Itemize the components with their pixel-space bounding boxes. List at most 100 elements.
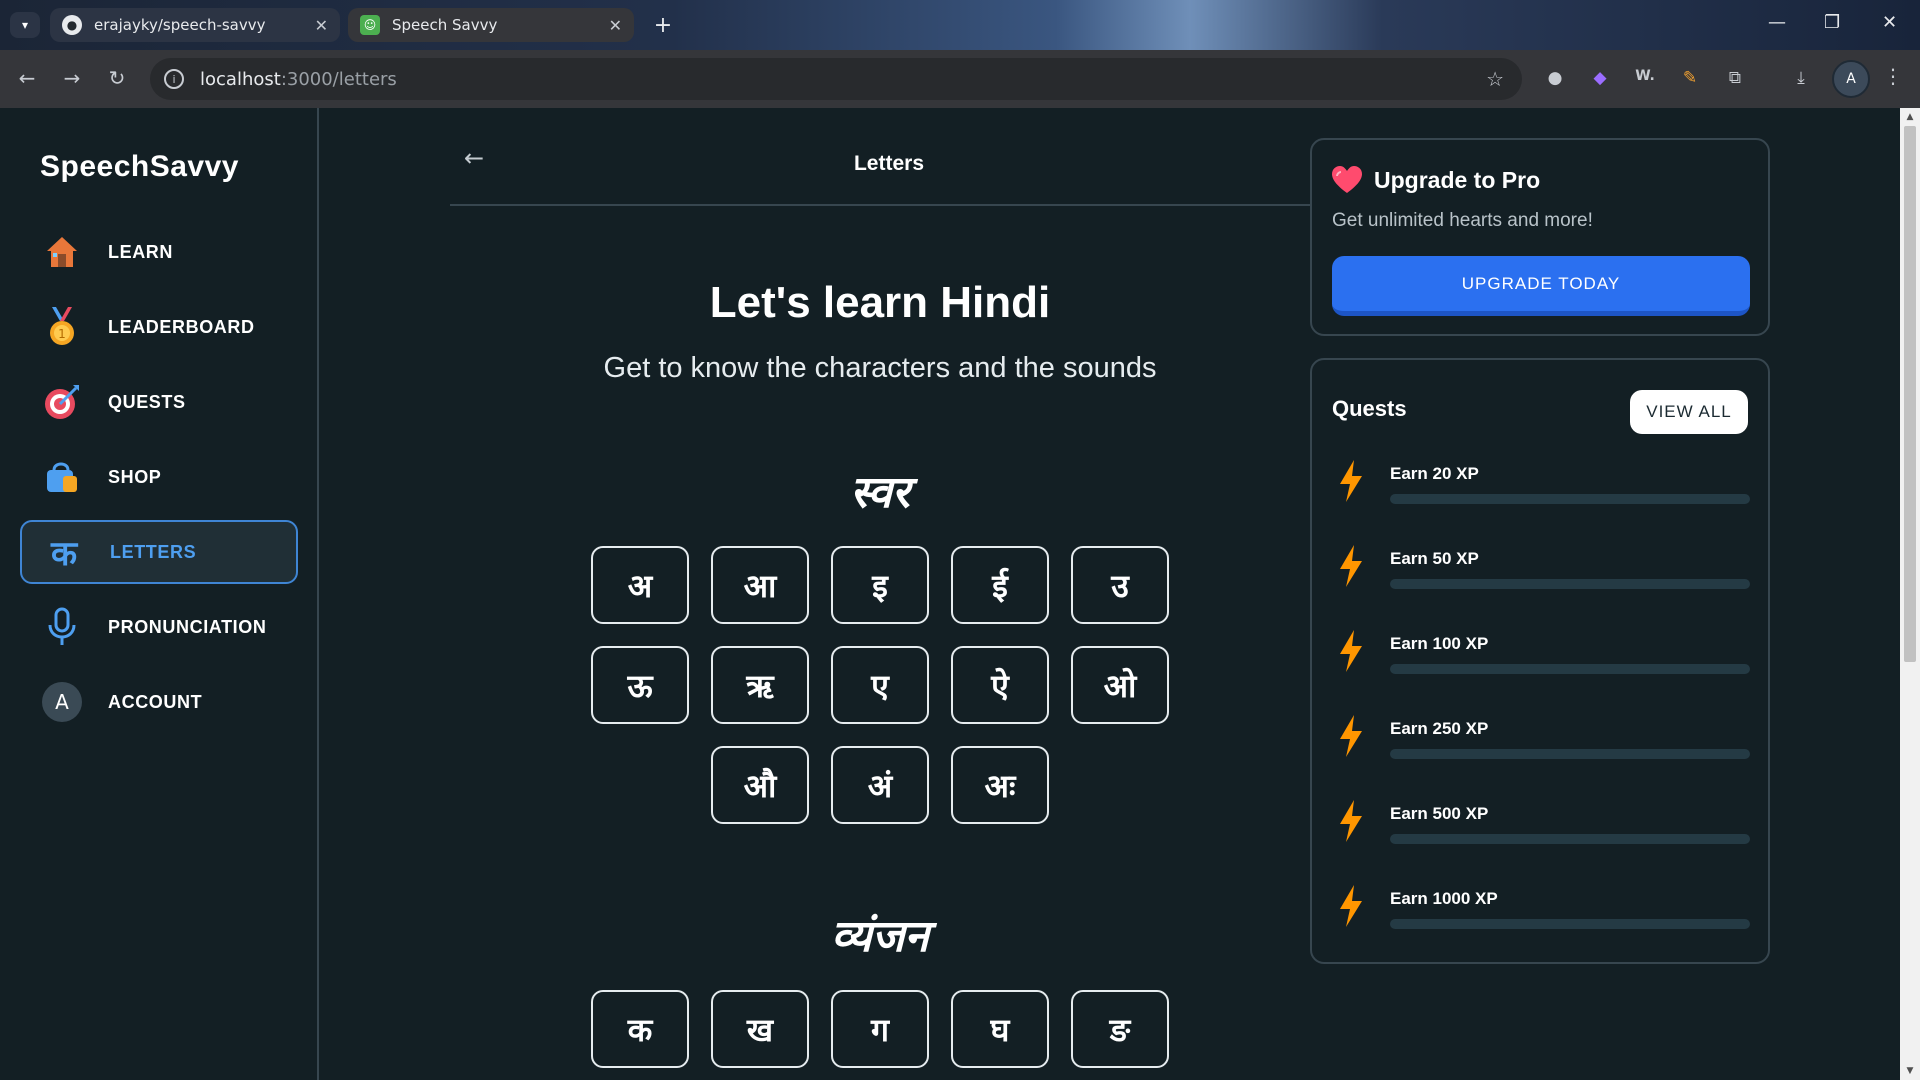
quest-label: Earn 250 XP	[1390, 719, 1489, 738]
avatar-icon: A	[42, 682, 82, 722]
ka-letter-icon: क	[50, 534, 78, 574]
reload-icon[interactable]: ↻	[104, 66, 130, 90]
letter-button[interactable]: अं	[831, 746, 929, 824]
restore-icon[interactable]: ❐	[1824, 12, 1840, 33]
close-icon[interactable]: ✕	[315, 16, 328, 35]
extension-drop-icon[interactable]: ◆	[1587, 68, 1613, 88]
quest-item: Earn 500 XP	[1332, 796, 1750, 856]
page: SpeechSavvy LEARN 1 LEADERBOARD QUESTS S…	[0, 108, 1920, 1080]
sidebar-item-label: QUESTS	[108, 391, 186, 412]
quests-card: Quests VIEW ALL Earn 20 XP Earn 50 XP Ea…	[1310, 358, 1770, 964]
letter-button[interactable]: घ	[951, 990, 1049, 1068]
extension-w-icon[interactable]: W.	[1632, 68, 1658, 84]
profile-avatar[interactable]: A	[1832, 60, 1870, 98]
sidebar-item-label: LEARN	[108, 241, 173, 262]
quest-label: Earn 500 XP	[1390, 804, 1489, 823]
quest-label: Earn 1000 XP	[1390, 889, 1498, 908]
quest-item: Earn 100 XP	[1332, 626, 1750, 686]
letter-button[interactable]: ऋ	[711, 646, 809, 724]
quest-label: Earn 50 XP	[1390, 549, 1479, 568]
letter-button[interactable]: क	[591, 990, 689, 1068]
avatar: A	[42, 682, 82, 722]
sidebar-item-label: LETTERS	[110, 541, 197, 562]
quest-progress-bar	[1390, 749, 1750, 759]
sidebar-item-account[interactable]: A ACCOUNT	[20, 670, 298, 734]
github-icon: ●	[62, 15, 82, 35]
upgrade-subtitle: Get unlimited hearts and more!	[1332, 210, 1593, 231]
heart-icon	[1332, 166, 1362, 194]
scroll-down-icon[interactable]: ▼	[1904, 1066, 1916, 1076]
browser-menu-icon[interactable]: ⋮	[1880, 64, 1906, 88]
upgrade-pro-card: Upgrade to Pro Get unlimited hearts and …	[1310, 138, 1770, 336]
sidebar-item-shop[interactable]: SHOP	[20, 445, 298, 509]
quest-label: Earn 20 XP	[1390, 464, 1479, 483]
upgrade-today-button[interactable]: UPGRADE TODAY	[1332, 256, 1750, 316]
url-host: localhost	[200, 68, 281, 90]
sidebar-item-leaderboard[interactable]: 1 LEADERBOARD	[20, 295, 298, 359]
letter-button[interactable]: इ	[831, 546, 929, 624]
lightning-bolt-icon	[1340, 460, 1362, 502]
tab-search-button[interactable]: ▾	[10, 12, 40, 38]
letter-button[interactable]: अ	[591, 546, 689, 624]
address-bar[interactable]: i localhost:3000/letters ☆	[150, 58, 1522, 100]
sidebar-item-label: PRONUNCIATION	[108, 616, 267, 637]
lightning-bolt-icon	[1340, 715, 1362, 757]
letter-button[interactable]: अः	[951, 746, 1049, 824]
letter-button[interactable]: ङ	[1071, 990, 1169, 1068]
sidebar-item-label: SHOP	[108, 466, 162, 487]
microphone-icon	[42, 607, 82, 647]
letter-button[interactable]: औ	[711, 746, 809, 824]
window-close-icon[interactable]: ✕	[1882, 12, 1897, 33]
minimize-icon[interactable]: —	[1768, 12, 1786, 33]
bookmark-star-icon[interactable]: ☆	[1486, 67, 1504, 91]
quest-item: Earn 250 XP	[1332, 711, 1750, 771]
letter-button[interactable]: ऐ	[951, 646, 1049, 724]
letter-button[interactable]: ऊ	[591, 646, 689, 724]
quest-label: Earn 100 XP	[1390, 634, 1489, 653]
lightning-bolt-icon	[1340, 800, 1362, 842]
letter-button[interactable]: ए	[831, 646, 929, 724]
sidebar-item-learn[interactable]: LEARN	[20, 220, 298, 284]
sidebar-item-quests[interactable]: QUESTS	[20, 370, 298, 434]
tab-title: Speech Savvy	[392, 16, 498, 34]
url-path: :3000/letters	[280, 68, 397, 90]
browser-toolbar: ← → ↻ i localhost:3000/letters ☆ ● ◆ W. …	[0, 50, 1920, 108]
letter-button[interactable]: उ	[1071, 546, 1169, 624]
back-nav-icon[interactable]: ←	[14, 66, 40, 90]
extension-pen-icon[interactable]: ✎	[1677, 68, 1703, 88]
letter-button[interactable]: ख	[711, 990, 809, 1068]
site-info-icon[interactable]: i	[164, 69, 184, 89]
extensions-puzzle-icon[interactable]: ⧉	[1722, 68, 1748, 88]
vowel-row: औ अं अः	[450, 746, 1310, 824]
close-icon[interactable]: ✕	[609, 16, 622, 35]
letter-button[interactable]: ई	[951, 546, 1049, 624]
vowels-section-title: स्वर	[850, 467, 910, 518]
scroll-up-icon[interactable]: ▲	[1904, 112, 1916, 122]
upgrade-header: Upgrade to Pro	[1332, 166, 1540, 194]
quest-progress-bar	[1390, 919, 1750, 929]
browser-tab-speech-savvy[interactable]: ☺ Speech Savvy ✕	[348, 8, 634, 42]
quest-progress-bar	[1390, 579, 1750, 589]
shopping-bag-icon	[42, 457, 82, 497]
sidebar-item-pronunciation[interactable]: PRONUNCIATION	[20, 595, 298, 659]
brand-logo[interactable]: SpeechSavvy	[40, 150, 239, 184]
extension-icon[interactable]: ●	[1542, 68, 1568, 88]
letter-button[interactable]: आ	[711, 546, 809, 624]
letter-button[interactable]: ग	[831, 990, 929, 1068]
browser-tab-github[interactable]: ● erajayky/speech-savvy ✕	[50, 8, 340, 42]
view-all-button[interactable]: VIEW ALL	[1630, 390, 1748, 434]
tab-title: erajayky/speech-savvy	[94, 16, 266, 34]
forward-nav-icon[interactable]: →	[59, 66, 85, 90]
quests-title: Quests	[1332, 396, 1407, 421]
page-title: Letters	[853, 152, 925, 175]
letter-button[interactable]: ओ	[1071, 646, 1169, 724]
new-tab-button[interactable]: +	[650, 12, 676, 38]
page-scrollbar[interactable]: ▲ ▼	[1900, 108, 1920, 1080]
medal-icon: 1	[42, 307, 82, 347]
sidebar-item-letters[interactable]: क LETTERS	[20, 520, 298, 584]
quest-item: Earn 20 XP	[1332, 456, 1750, 516]
download-icon[interactable]: ⤓	[1788, 68, 1814, 88]
quest-progress-bar	[1390, 664, 1750, 674]
scroll-thumb[interactable]	[1904, 126, 1916, 662]
hero-subtitle: Get to know the characters and the sound…	[603, 352, 1157, 384]
